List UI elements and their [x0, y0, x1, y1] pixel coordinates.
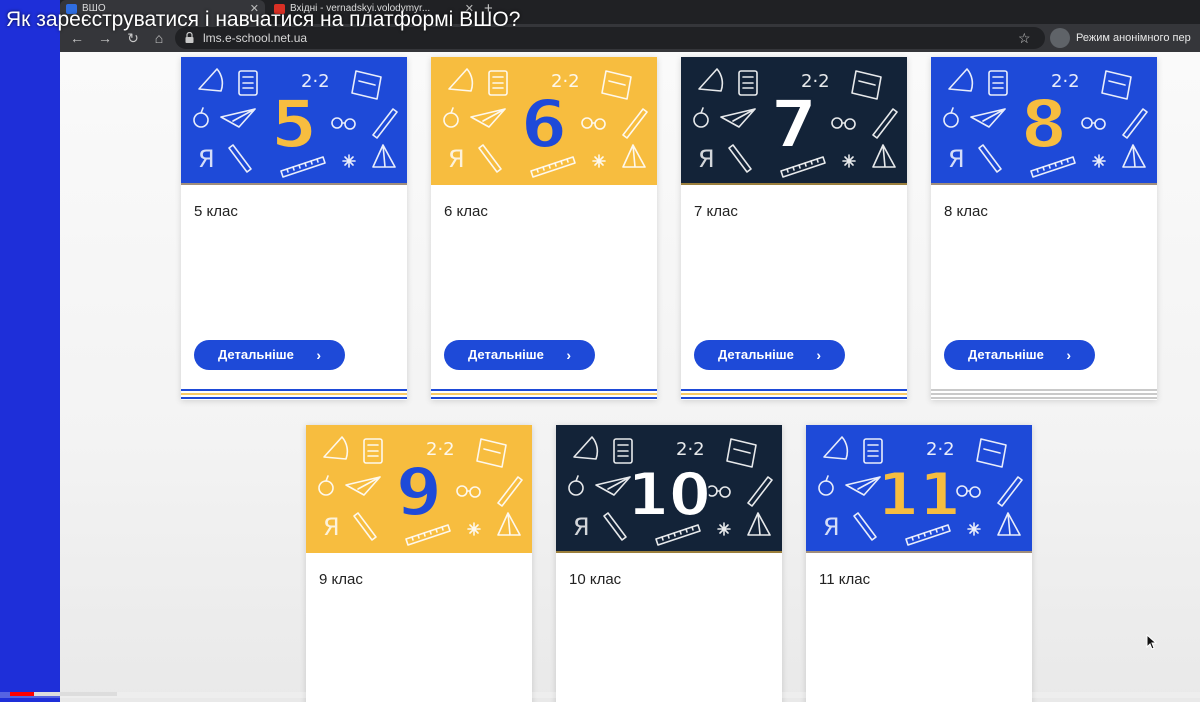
- chevron-right-icon: ›: [316, 347, 321, 363]
- course-banner: 2·2 Я 9: [306, 425, 532, 553]
- video-title: Як зареєструватися і навчатися на платфо…: [6, 8, 521, 31]
- svg-text:Я: Я: [448, 145, 465, 173]
- grade-number: 7: [771, 86, 817, 163]
- course-grid: 2·2 Я 5 5 клас Детальніше › 2·2 Я 6 6 клас Д…: [60, 52, 1200, 702]
- course-card-6[interactable]: 2·2 Я 6 6 клас Детальніше ›: [431, 57, 657, 400]
- course-banner: 2·2 Я 8: [931, 57, 1157, 185]
- chevron-right-icon: ›: [816, 347, 821, 363]
- details-button[interactable]: Детальніше ›: [694, 340, 845, 370]
- chevron-right-icon: ›: [1066, 347, 1071, 363]
- incognito-indicator[interactable]: Режим анонімного пер: [1050, 26, 1200, 50]
- details-button[interactable]: Детальніше ›: [444, 340, 595, 370]
- course-title: 11 клас: [819, 571, 871, 588]
- svg-text:Я: Я: [573, 513, 590, 541]
- svg-text:Я: Я: [948, 145, 965, 173]
- course-banner: 2·2 Я 6: [431, 57, 657, 185]
- course-card-10[interactable]: 2·2 Я 10 10 клас: [556, 425, 782, 702]
- course-banner: 2·2 Я 11: [806, 425, 1032, 553]
- svg-text:2·2: 2·2: [676, 439, 705, 460]
- course-card-9[interactable]: 2·2 Я 9 9 клас: [306, 425, 532, 702]
- course-card-8[interactable]: 2·2 Я 8 8 клас Детальніше ›: [931, 57, 1157, 400]
- school-doodles-illustration: 2·2 Я 10: [556, 425, 782, 553]
- lock-icon: [185, 32, 194, 43]
- left-color-stripe: [0, 0, 60, 702]
- video-progress-bar[interactable]: [0, 692, 1200, 698]
- grade-number: 5: [271, 86, 317, 163]
- mouse-cursor-icon: [1146, 634, 1158, 650]
- card-bottom-stripes: [431, 389, 657, 399]
- course-card-5[interactable]: 2·2 Я 5 5 клас Детальніше ›: [181, 57, 407, 400]
- video-progress-played: [10, 692, 34, 696]
- video-progress-buffered: [34, 692, 117, 696]
- bookmark-star-icon[interactable]: ☆: [1018, 29, 1031, 47]
- course-banner: 2·2 Я 10: [556, 425, 782, 553]
- svg-text:Я: Я: [323, 513, 340, 541]
- school-doodles-illustration: 2·2Я 5: [181, 57, 407, 185]
- svg-text:Я: Я: [198, 145, 215, 173]
- school-doodles-illustration: 2·2Я 7: [681, 57, 907, 185]
- svg-text:Я: Я: [823, 513, 840, 541]
- card-bottom-stripes: [931, 389, 1157, 399]
- grade-number: 6: [521, 86, 567, 163]
- school-doodles-illustration: 2·2 Я 11: [806, 425, 1032, 553]
- incognito-icon: [1050, 28, 1070, 48]
- grade-number: 11: [877, 460, 961, 530]
- chevron-right-icon: ›: [566, 347, 571, 363]
- school-doodles-illustration: 2·2Я 8: [931, 57, 1157, 185]
- details-button-label: Детальніше: [218, 347, 294, 362]
- details-button-label: Детальніше: [718, 347, 794, 362]
- grade-number: 10: [627, 460, 711, 530]
- grade-number: 9: [396, 454, 442, 531]
- course-title: 10 клас: [569, 571, 622, 588]
- school-doodles-illustration: 2·2Я 9: [306, 425, 532, 553]
- incognito-label: Режим анонімного пер: [1076, 32, 1191, 44]
- course-card-11[interactable]: 2·2 Я 11 11 клас: [806, 425, 1032, 702]
- details-button[interactable]: Детальніше ›: [194, 340, 345, 370]
- course-title: 7 клас: [694, 203, 738, 220]
- svg-text:Я: Я: [698, 145, 715, 173]
- course-title: 6 клас: [444, 203, 488, 220]
- card-bottom-stripes: [681, 389, 907, 399]
- school-doodles-illustration: 2·2Я 6: [431, 57, 657, 185]
- course-banner: 2·2 Я 5: [181, 57, 407, 185]
- course-title: 8 клас: [944, 203, 988, 220]
- course-card-7[interactable]: 2·2 Я 7 7 клас Детальніше ›: [681, 57, 907, 400]
- details-button[interactable]: Детальніше ›: [944, 340, 1095, 370]
- course-banner: 2·2 Я 7: [681, 57, 907, 185]
- screen: ВШО ✕ Вхідні - vernadskyi.volodymyr... ✕…: [0, 0, 1200, 702]
- details-button-label: Детальніше: [468, 347, 544, 362]
- details-button-label: Детальніше: [968, 347, 1044, 362]
- svg-text:2·2: 2·2: [926, 439, 955, 460]
- grade-number: 8: [1021, 86, 1067, 163]
- course-title: 5 клас: [194, 203, 238, 220]
- course-title: 9 клас: [319, 571, 363, 588]
- card-bottom-stripes: [181, 389, 407, 399]
